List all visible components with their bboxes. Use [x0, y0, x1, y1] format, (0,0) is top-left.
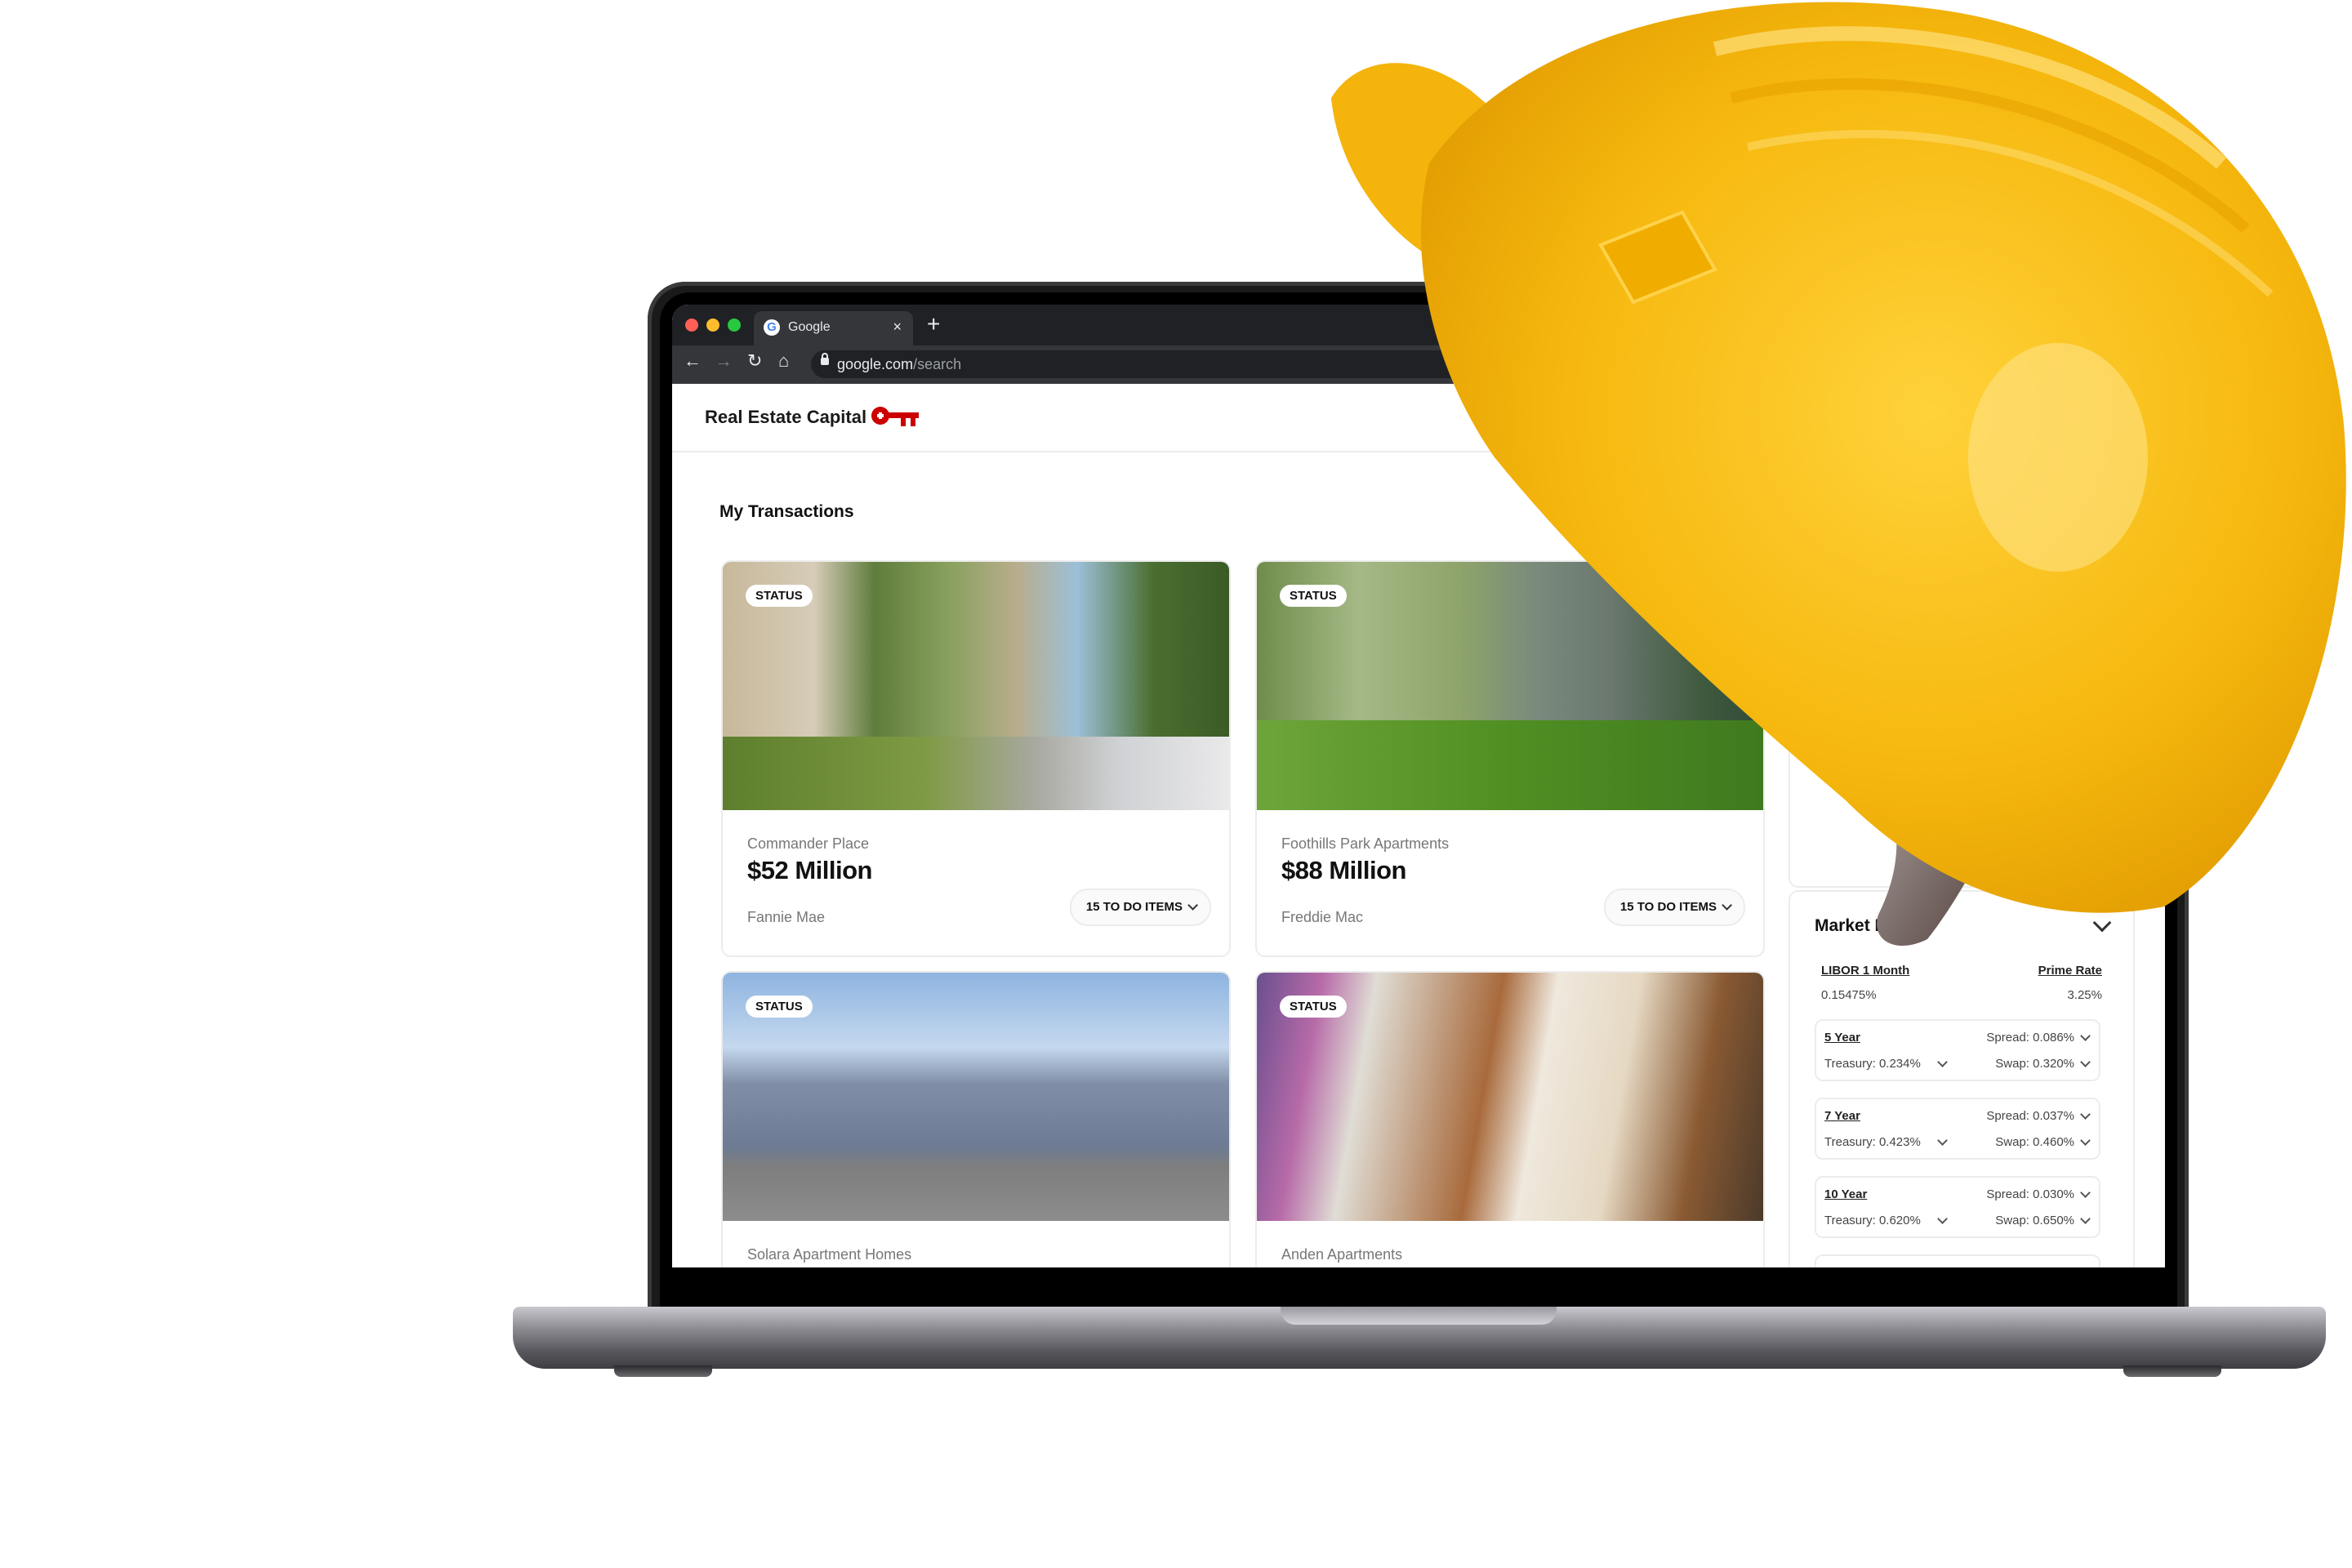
treasury-value: Treasury: 0.234%	[1824, 1057, 1921, 1071]
rate-term-7-year[interactable]: 7 Year Spread: 0.037% Treasury: 0.423% S…	[1815, 1098, 2100, 1160]
spread-value: Spread: 0.086%	[1986, 1031, 2074, 1045]
libor-value: 0.15475%	[1821, 988, 1877, 1002]
property-name: Anden Apartments	[1281, 1246, 1403, 1263]
prime-rate-value: 3.25%	[2067, 988, 2102, 1002]
browser-tab[interactable]: G Google ×	[754, 311, 913, 345]
new-tab-button[interactable]: +	[927, 311, 940, 337]
transaction-card[interactable]: STATUS Solara Apartment Homes	[721, 971, 1231, 1267]
status-badge: STATUS	[746, 996, 813, 1018]
chevron-down-icon[interactable]	[2080, 1057, 2091, 1067]
swap-value: Swap: 0.460%	[1995, 1135, 2074, 1149]
window-zoom-button[interactable]	[728, 318, 741, 332]
property-name: Commander Place	[747, 835, 870, 852]
back-arrow-icon[interactable]: ←	[684, 350, 702, 372]
chevron-down-icon	[1187, 900, 1198, 911]
chevron-down-icon[interactable]	[1937, 1135, 1948, 1146]
spread-value: Spread: 0.030%	[1986, 1187, 2074, 1201]
chevron-down-icon[interactable]	[2080, 1214, 2091, 1224]
status-badge: STATUS	[1280, 996, 1347, 1018]
url-text: google.com/search	[837, 356, 961, 373]
todo-items-dropdown[interactable]: 15 TO DO ITEMS	[1069, 889, 1211, 926]
loan-amount: $52 Million	[747, 856, 872, 884]
property-name: Solara Apartment Homes	[747, 1246, 912, 1263]
rate-term-10-year[interactable]: 10 Year Spread: 0.030% Treasury: 0.620% …	[1815, 1176, 2100, 1238]
brand-name[interactable]: Real Estate Capital	[705, 407, 866, 428]
close-tab-icon[interactable]: ×	[893, 318, 902, 336]
treasury-value: Treasury: 0.620%	[1824, 1214, 1921, 1227]
reload-icon[interactable]: ↻	[747, 350, 762, 372]
swap-value: Swap: 0.650%	[1995, 1214, 2074, 1227]
forward-arrow-icon[interactable]: →	[715, 350, 733, 372]
key-icon	[871, 407, 919, 426]
chevron-down-icon[interactable]	[2080, 1135, 2091, 1146]
term-label[interactable]: 7 Year	[1824, 1109, 1860, 1123]
rate-term-partial[interactable]	[1815, 1254, 2100, 1267]
url-path: /search	[913, 356, 962, 372]
window-minimize-button[interactable]	[706, 318, 719, 332]
page-title: My Transactions	[719, 502, 854, 521]
google-g-icon: G	[764, 319, 780, 336]
home-icon[interactable]: ⌂	[778, 350, 789, 372]
status-badge: STATUS	[746, 585, 813, 607]
hard-hat-icon	[1331, 2, 2346, 947]
chevron-down-icon[interactable]	[2080, 1031, 2091, 1041]
lock-icon	[821, 353, 829, 365]
chevron-down-icon[interactable]	[2080, 1109, 2091, 1120]
window-close-button[interactable]	[685, 318, 698, 332]
term-label[interactable]: 5 Year	[1824, 1031, 1860, 1045]
chevron-down-icon[interactable]	[1937, 1214, 1948, 1224]
todo-label: 15 TO DO ITEMS	[1085, 900, 1183, 914]
laptop-foot	[614, 1365, 712, 1377]
rate-term-5-year[interactable]: 5 Year Spread: 0.086% Treasury: 0.234% S…	[1815, 1019, 2100, 1081]
laptop-hinge-notch	[1281, 1307, 1557, 1325]
transaction-card[interactable]: STATUS Anden Apartments	[1255, 971, 1765, 1267]
tab-title: Google	[788, 320, 831, 334]
term-label[interactable]: 10 Year	[1824, 1187, 1867, 1201]
laptop-foot	[2123, 1365, 2221, 1377]
spread-value: Spread: 0.037%	[1986, 1109, 2074, 1123]
treasury-value: Treasury: 0.423%	[1824, 1135, 1921, 1149]
chevron-down-icon[interactable]	[1937, 1057, 1948, 1067]
chevron-down-icon[interactable]	[2080, 1187, 2091, 1198]
lender-name: Fannie Mae	[747, 909, 826, 925]
swap-value: Swap: 0.320%	[1995, 1057, 2074, 1071]
url-host: google.com	[837, 356, 914, 372]
transaction-card[interactable]: STATUS Commander Place $52 Million Fanni…	[721, 560, 1231, 957]
